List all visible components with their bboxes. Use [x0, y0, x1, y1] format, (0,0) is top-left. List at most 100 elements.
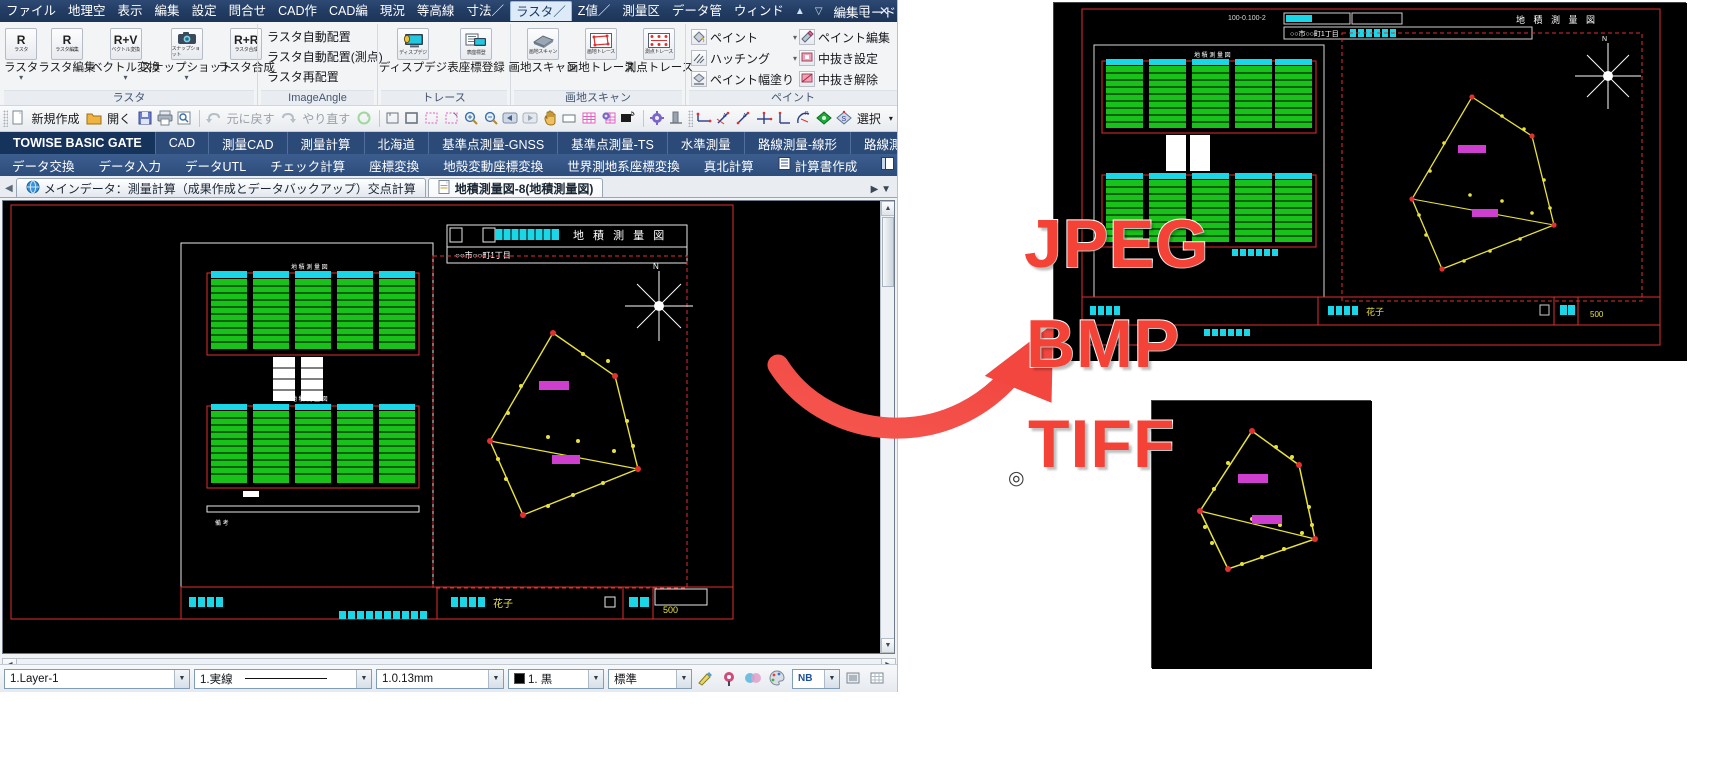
tab-cad[interactable]: CAD: [156, 132, 210, 154]
subtab-data-exchange[interactable]: データ交換: [0, 154, 87, 176]
menu-item-edit[interactable]: 編集: [149, 1, 186, 21]
subtab-true-north-calc[interactable]: 真北計算: [692, 154, 766, 176]
ribbon-item-paint-edit[interactable]: ペイント編集: [799, 27, 897, 47]
zoom-select-icon[interactable]: [424, 110, 442, 128]
tab-leveling[interactable]: 水準測量: [668, 132, 745, 154]
ribbon-button-parcel-scan[interactable]: 画地スキャン 画地スキャン: [509, 26, 578, 74]
open-file-icon[interactable]: [86, 110, 104, 128]
layer-combo[interactable]: 1.Layer-1 ▼: [4, 668, 190, 689]
subtab-data-utl[interactable]: データUTL: [173, 154, 258, 176]
menu-item-window[interactable]: ウィンド: [728, 1, 790, 21]
nb-combo[interactable]: NB ▼: [792, 668, 840, 689]
menu-item-contour[interactable]: 等高線: [411, 1, 461, 21]
toolbar-grip[interactable]: [3, 110, 8, 127]
subtab-report-create[interactable]: 計算書作成: [766, 154, 870, 176]
subtab-coord-convert[interactable]: 座標変換: [357, 154, 431, 176]
linetype-combo[interactable]: 1.実線 ▼: [194, 668, 372, 689]
box-icon[interactable]: [844, 669, 864, 689]
menu-item-cad-create[interactable]: CAD作: [272, 1, 323, 21]
measure-icon[interactable]: [668, 110, 686, 128]
subtab-crustal-coord-convert[interactable]: 地殻変動座標変換: [431, 154, 555, 176]
toolbar-grip-2[interactable]: [687, 110, 693, 127]
ribbon-button-table-coord-register[interactable]: 表座標登 表座標登録: [445, 26, 507, 74]
select-label[interactable]: 選択: [855, 110, 885, 127]
menu-item-raster[interactable]: ラスタ／: [509, 1, 572, 21]
scroll-down-arrow-icon[interactable]: ▼: [881, 638, 894, 653]
ribbon-button-point-trace[interactable]: 測点トレース 測点トレース: [625, 26, 693, 74]
menu-item-dimension[interactable]: 寸法／: [460, 1, 510, 21]
chevron-down-icon[interactable]: ▾: [785, 33, 797, 42]
tab-towise-basic-gate[interactable]: TOWISE BASIC GATE: [0, 132, 156, 154]
tab-control-point-gnss[interactable]: 基準点測量-GNSS: [429, 132, 559, 154]
menu-item-data-manage[interactable]: データ管: [666, 1, 728, 21]
ribbon-item-raster-auto-place[interactable]: ラスタ自動配置: [265, 27, 385, 47]
menu-item-view[interactable]: 表示: [112, 1, 149, 21]
zoom-in-icon[interactable]: [463, 110, 481, 128]
zoom-all-icon[interactable]: [404, 110, 422, 128]
open-file-label[interactable]: 開く: [105, 110, 135, 127]
save-icon[interactable]: [137, 110, 155, 128]
chevron-down-icon[interactable]: ▾: [785, 54, 797, 63]
chevron-down-icon[interactable]: ▼: [824, 669, 839, 688]
ribbon-item-hatching[interactable]: ハッチング ▾: [691, 48, 797, 68]
grid-gear-icon[interactable]: [601, 110, 619, 128]
redo-icon[interactable]: [281, 110, 299, 128]
zoom-out-icon[interactable]: [483, 110, 501, 128]
chevron-down-icon[interactable]: ▾: [185, 74, 189, 82]
chevron-down-icon[interactable]: ▾: [124, 74, 128, 82]
snap-blue-icon[interactable]: S: [835, 110, 853, 128]
snap-cross-icon[interactable]: [755, 110, 773, 128]
tab-survey-calc[interactable]: 測量計算: [288, 132, 365, 154]
menu-scroll-down-icon[interactable]: ▽: [810, 4, 828, 19]
select-caret-icon[interactable]: ▾: [887, 114, 897, 123]
ribbon-item-paint-width[interactable]: ペイント幅塗り: [691, 69, 797, 89]
subtab-world-geodetic-convert[interactable]: 世界測地系座標変換: [555, 154, 692, 176]
undo-icon[interactable]: [205, 110, 223, 128]
subtab-part-list[interactable]: パート一覧: [869, 154, 897, 176]
arrow-left-icon[interactable]: [502, 110, 520, 128]
undo-label[interactable]: 元に戻す: [225, 110, 279, 127]
gear-icon[interactable]: [649, 110, 667, 128]
ribbon-button-raster-edit[interactable]: R ラスタ編集 ラスタ編集: [38, 26, 96, 74]
ribbon-item-raster-replace[interactable]: ラスタ再配置: [265, 67, 385, 87]
refresh-icon[interactable]: [356, 110, 374, 128]
menu-item-query[interactable]: 問合せ: [223, 1, 273, 21]
snap-radius-icon[interactable]: R: [795, 110, 813, 128]
print-preview-icon[interactable]: [176, 110, 194, 128]
printer-icon[interactable]: [157, 110, 175, 128]
redo-label[interactable]: やり直す: [300, 110, 354, 127]
ribbon-button-parcel-trace[interactable]: 画地トレース 画地トレース: [567, 26, 635, 74]
grid-icon[interactable]: [581, 110, 599, 128]
tab-hokkaido[interactable]: 北海道: [365, 132, 430, 154]
linewidth-combo[interactable]: 1.0.13mm ▼: [376, 668, 504, 689]
doc-tab-cadastral-map[interactable]: 地積測量図-8(地積測量図): [427, 178, 604, 197]
paint-icon[interactable]: [744, 669, 764, 689]
snap-a1-icon[interactable]: A: [715, 110, 733, 128]
snap-endpoint-icon[interactable]: [695, 110, 713, 128]
chevron-down-icon[interactable]: ▾: [891, 54, 897, 63]
grid2-icon[interactable]: [868, 669, 888, 689]
menu-item-zvalue[interactable]: Z値／: [572, 1, 617, 21]
new-file-icon[interactable]: [10, 110, 28, 128]
chevron-down-icon[interactable]: ▾: [19, 74, 23, 82]
scroll-up-arrow-icon[interactable]: ▲: [881, 201, 894, 216]
subtab-check-calc[interactable]: チェック計算: [258, 154, 357, 176]
snap-a2-icon[interactable]: A: [735, 110, 753, 128]
palette-icon[interactable]: [768, 669, 788, 689]
ribbon-item-raster-auto-place-point[interactable]: ラスタ自動配置(測点): [265, 47, 385, 67]
chevron-down-icon[interactable]: ▼: [588, 669, 603, 688]
ribbon-item-paint[interactable]: ペイント ▾: [691, 27, 797, 47]
pen-icon[interactable]: [696, 669, 716, 689]
style-combo[interactable]: 標準 ▼: [608, 668, 692, 689]
snap-perp-icon[interactable]: [775, 110, 793, 128]
tab-route-alignment[interactable]: 路線測量-線形: [745, 132, 851, 154]
menu-item-cad-edit[interactable]: CAD編: [323, 1, 374, 21]
chevron-down-icon[interactable]: ▼: [676, 669, 691, 688]
rectangle-icon[interactable]: [561, 110, 579, 128]
cad-canvas[interactable]: 地 積 測 量 図 ○○市○○町1丁目 N 地 積 測 量 図 地 積 測 量 …: [2, 200, 895, 654]
chevron-down-icon[interactable]: ▼: [356, 669, 371, 688]
snap-green-icon[interactable]: [815, 110, 833, 128]
menu-item-file[interactable]: ファイル: [0, 1, 62, 21]
hand-icon[interactable]: [542, 110, 560, 128]
new-file-label[interactable]: 新規作成: [30, 110, 84, 127]
